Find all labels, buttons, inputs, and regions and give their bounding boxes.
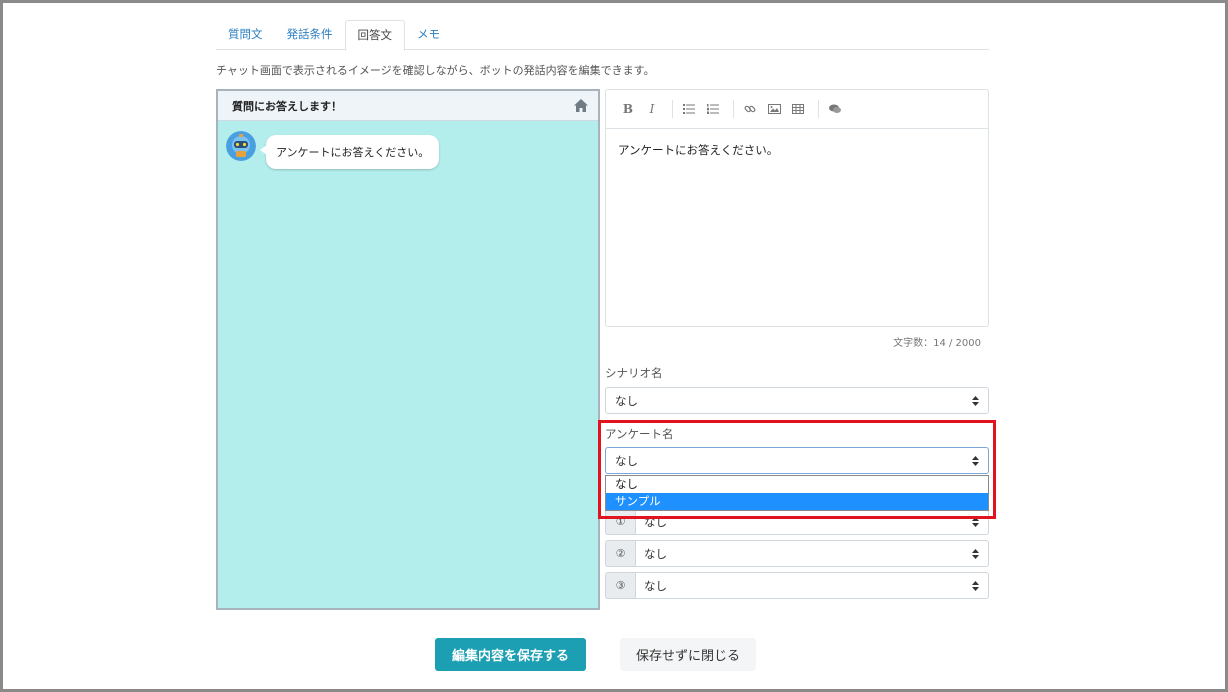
- updown-arrow-icon: [972, 396, 979, 406]
- table-icon: [792, 104, 804, 114]
- preview-header: 質問にお答えします！: [218, 91, 598, 121]
- dropdown-option-none[interactable]: なし: [606, 476, 988, 493]
- updown-arrow-icon: [972, 517, 979, 527]
- survey-value: なし: [615, 453, 638, 468]
- bullet-list-button[interactable]: [679, 99, 699, 119]
- bot-avatar-icon: [226, 131, 256, 161]
- image-icon: [767, 104, 781, 114]
- updown-arrow-icon: [972, 549, 979, 559]
- editor-content[interactable]: アンケートにお答えください。: [606, 129, 988, 171]
- comment-icon: [829, 104, 841, 113]
- survey-select[interactable]: なし: [605, 447, 989, 474]
- updown-arrow-icon: [972, 581, 979, 591]
- image-button[interactable]: [764, 99, 784, 119]
- select-value: なし: [644, 546, 667, 561]
- tab-conditions[interactable]: 発話条件: [275, 20, 345, 50]
- link-icon: [744, 105, 756, 113]
- number-badge: ①: [605, 508, 635, 535]
- tab-memo[interactable]: メモ: [405, 20, 452, 50]
- chat-preview: 質問にお答えします！ アンケートにお答えください。: [216, 89, 600, 610]
- bold-button[interactable]: B: [618, 99, 638, 119]
- dropdown-option-sample[interactable]: サンプル: [606, 493, 988, 510]
- toolbar-divider: [672, 100, 673, 118]
- message-bubble: アンケートにお答えください。: [259, 135, 440, 169]
- select-value: なし: [644, 578, 667, 593]
- italic-button[interactable]: I: [642, 99, 662, 119]
- rich-text-editor: B I アンケートにお答えください。: [605, 89, 989, 327]
- numbered-select-2: ② なし: [605, 540, 989, 567]
- number-badge: ③: [605, 572, 635, 599]
- select-3[interactable]: なし: [635, 572, 989, 599]
- numbered-list-button[interactable]: [703, 99, 723, 119]
- tab-question[interactable]: 質問文: [216, 20, 275, 50]
- survey-dropdown-list: なし サンプル: [605, 475, 989, 511]
- link-button[interactable]: [740, 99, 760, 119]
- char-count: 文字数：14 / 2000: [893, 338, 981, 349]
- scenario-select[interactable]: なし: [605, 387, 989, 414]
- preview-title: 質問にお答えします！: [232, 99, 342, 113]
- home-icon[interactable]: [574, 99, 588, 112]
- bullet-list-icon: [683, 104, 695, 114]
- updown-arrow-icon: [972, 456, 979, 466]
- select-value: なし: [644, 514, 667, 529]
- survey-label: アンケート名: [605, 427, 674, 441]
- numbered-list-icon: [707, 104, 719, 114]
- select-2[interactable]: なし: [635, 540, 989, 567]
- toolbar-divider: [818, 100, 819, 118]
- page-description: チャット画面で表示されるイメージを確認しながら、ボットの発話内容を編集できます。: [216, 64, 655, 77]
- scenario-label: シナリオ名: [605, 366, 663, 380]
- comment-button[interactable]: [825, 99, 845, 119]
- table-button[interactable]: [788, 99, 808, 119]
- bot-message: アンケートにお答えください。: [226, 131, 440, 169]
- save-button[interactable]: 編集内容を保存する: [435, 638, 586, 671]
- numbered-select-1: ① なし: [605, 508, 989, 535]
- close-without-saving-button[interactable]: 保存せずに閉じる: [620, 638, 756, 671]
- tab-answer[interactable]: 回答文: [344, 20, 405, 51]
- editor-toolbar: B I: [606, 90, 988, 129]
- scenario-value: なし: [615, 393, 638, 408]
- number-badge: ②: [605, 540, 635, 567]
- toolbar-divider: [733, 100, 734, 118]
- select-1[interactable]: なし: [635, 508, 989, 535]
- numbered-select-3: ③ なし: [605, 572, 989, 599]
- tab-bar: 質問文 発話条件 回答文 メモ: [216, 20, 989, 51]
